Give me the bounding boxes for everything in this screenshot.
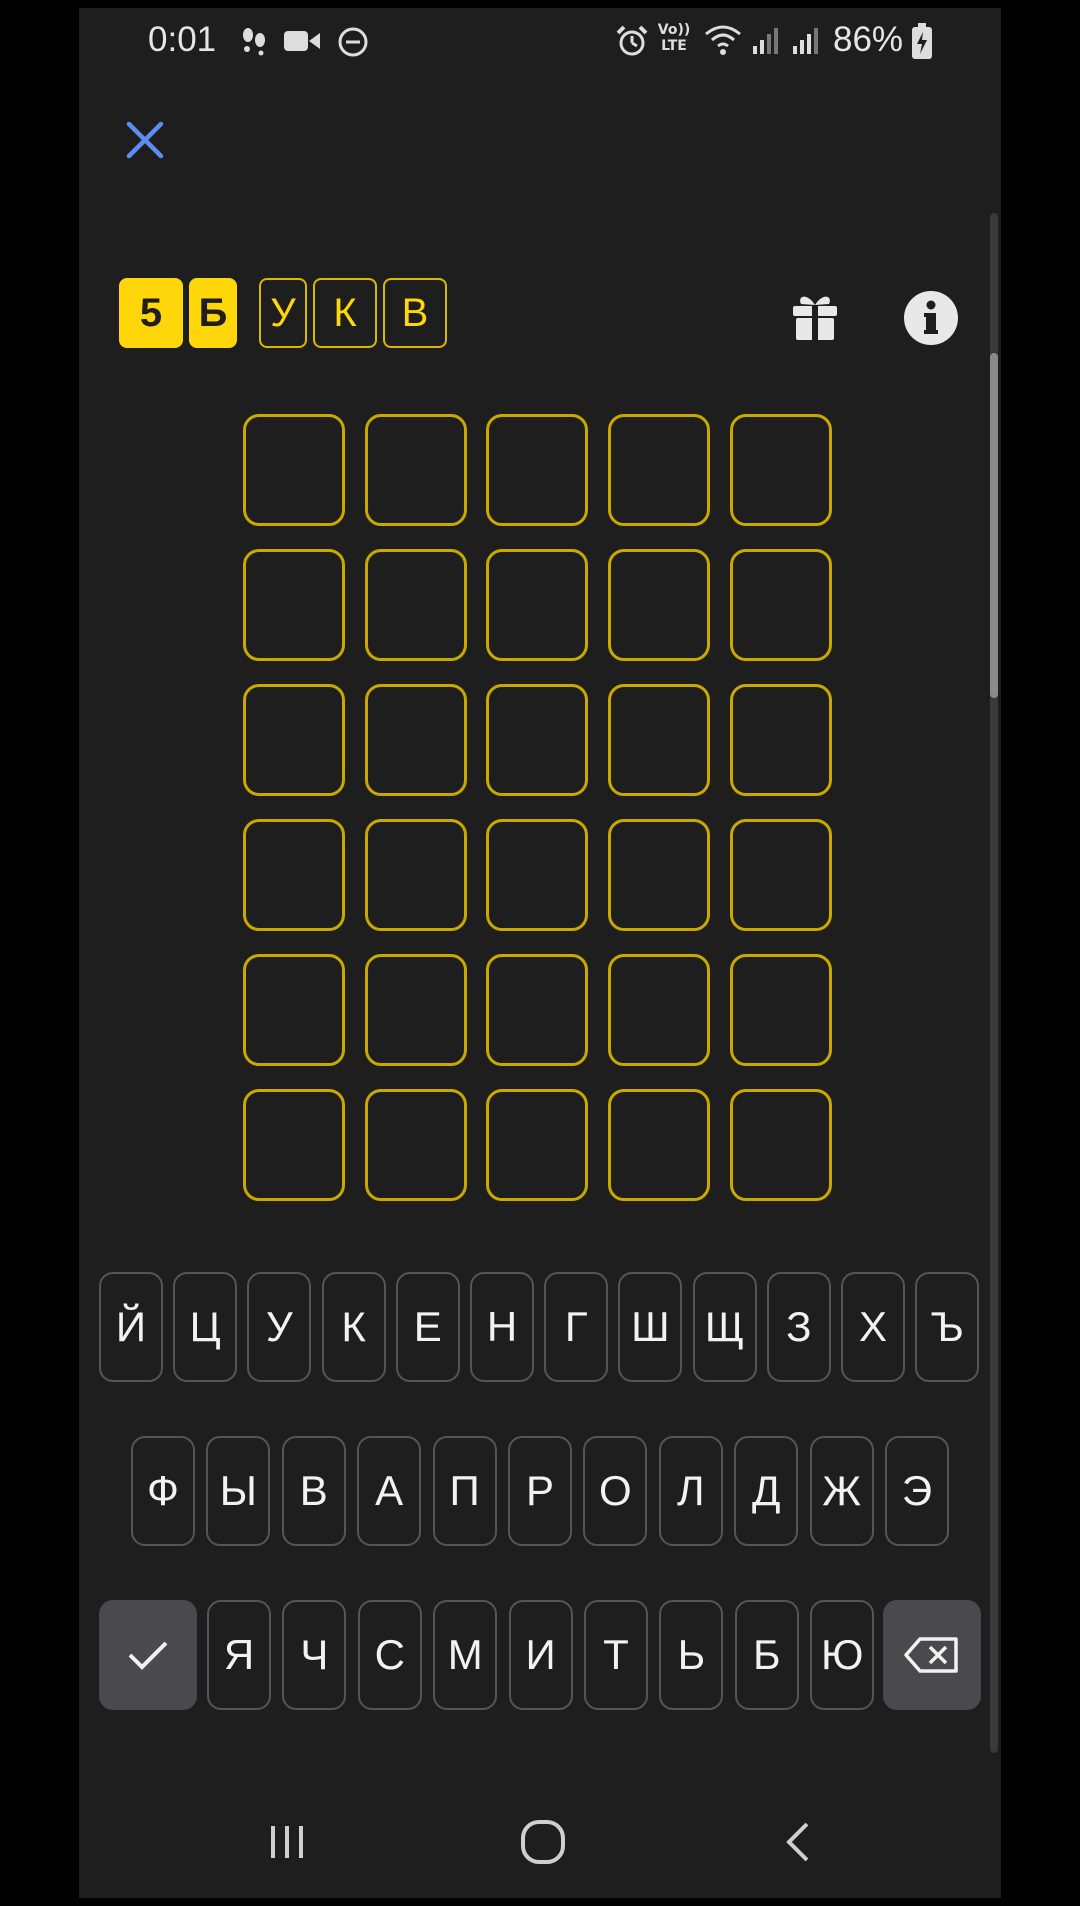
key[interactable]: Ы [206, 1436, 271, 1546]
board-cell [486, 1089, 588, 1201]
board-cell [365, 819, 467, 931]
navigation-bar [79, 1798, 1001, 1898]
board-cell [243, 414, 345, 526]
key[interactable]: В [281, 1436, 346, 1546]
key[interactable]: Ц [173, 1272, 238, 1382]
scrollbar-thumb[interactable] [990, 353, 998, 698]
key[interactable]: А [357, 1436, 422, 1546]
key[interactable]: Т [584, 1600, 648, 1710]
info-icon[interactable] [903, 290, 959, 346]
key[interactable]: Д [734, 1436, 799, 1546]
board-cell [365, 414, 467, 526]
key[interactable]: И [508, 1600, 573, 1710]
key[interactable]: О [583, 1436, 648, 1546]
title-chip: Б [189, 278, 237, 348]
board-cell [608, 684, 710, 796]
board-cell [486, 549, 588, 661]
volte-icon: Vo)) LTE [657, 22, 691, 54]
board-cell [486, 684, 588, 796]
key[interactable]: М [433, 1600, 498, 1710]
title-chip: У [259, 278, 307, 348]
board-cell [608, 819, 710, 931]
gift-icon[interactable] [787, 288, 843, 344]
board-cell [730, 549, 832, 661]
recents-icon[interactable] [265, 1822, 309, 1862]
key[interactable]: С [357, 1600, 422, 1710]
board-cell [365, 1089, 467, 1201]
key[interactable]: Н [470, 1272, 534, 1382]
key[interactable]: Ь [659, 1600, 724, 1710]
title-chip: В [383, 278, 447, 348]
signal-icon [753, 28, 778, 54]
steps-icon [243, 28, 265, 56]
battery-charging-icon [912, 23, 932, 59]
board-cell [365, 684, 467, 796]
board-cell [608, 1089, 710, 1201]
key[interactable]: Ж [809, 1436, 874, 1546]
board-cell [730, 414, 832, 526]
key[interactable]: Щ [692, 1272, 757, 1382]
board-cell [486, 819, 588, 931]
board-cell [730, 819, 832, 931]
key[interactable]: Ю [810, 1600, 875, 1710]
board-cell [608, 414, 710, 526]
status-bar: 0:01 Vo)) LTE 86% [79, 8, 1001, 72]
signal-icon [793, 28, 818, 54]
status-time: 0:01 [148, 20, 217, 59]
enter-key[interactable] [99, 1600, 197, 1710]
board-cell [730, 954, 832, 1066]
key[interactable]: Е [395, 1272, 460, 1382]
board-cell [730, 684, 832, 796]
key[interactable]: П [432, 1436, 497, 1546]
board-cell [243, 549, 345, 661]
board-cell [486, 954, 588, 1066]
video-icon [284, 31, 320, 51]
board-cell [486, 414, 588, 526]
key[interactable]: Ш [618, 1272, 683, 1382]
key[interactable]: Х [841, 1272, 905, 1382]
key[interactable]: Ч [282, 1600, 347, 1710]
board-cell [365, 954, 467, 1066]
backspace-key[interactable] [883, 1600, 981, 1710]
key[interactable]: Б [734, 1600, 799, 1710]
do-not-disturb-icon [338, 27, 368, 57]
key[interactable]: З [766, 1272, 831, 1382]
battery-percent: 86% [833, 20, 904, 59]
board-cell [243, 1089, 345, 1201]
key[interactable]: К [321, 1272, 386, 1382]
key[interactable]: Ф [131, 1436, 195, 1546]
alarm-icon [616, 25, 648, 56]
board-cell [365, 549, 467, 661]
title-chip: К [313, 278, 377, 348]
home-icon[interactable] [519, 1818, 567, 1866]
key[interactable]: Э [885, 1436, 949, 1546]
board-cell [608, 549, 710, 661]
board-cell [243, 819, 345, 931]
key[interactable]: Ъ [915, 1272, 980, 1382]
board-cell [608, 954, 710, 1066]
app-screen: 0:01 Vo)) LTE 86% 5 Б У К В Й Ц У К Е Н … [79, 8, 1001, 1898]
key[interactable]: Г [544, 1272, 609, 1382]
title-chip: 5 [119, 278, 183, 348]
key[interactable]: Й [99, 1272, 163, 1382]
key[interactable]: У [247, 1272, 312, 1382]
key[interactable]: Л [658, 1436, 723, 1546]
board-cell [243, 954, 345, 1066]
board-cell [243, 684, 345, 796]
wifi-icon [705, 25, 741, 55]
key[interactable]: Я [207, 1600, 271, 1710]
backspace-icon [904, 1637, 958, 1673]
board-cell [730, 1089, 832, 1201]
key[interactable]: Р [508, 1436, 572, 1546]
game-title: 5 Б У К В [119, 278, 447, 348]
checkmark-icon [128, 1641, 168, 1670]
close-icon[interactable] [121, 116, 169, 164]
back-icon[interactable] [779, 1820, 819, 1864]
